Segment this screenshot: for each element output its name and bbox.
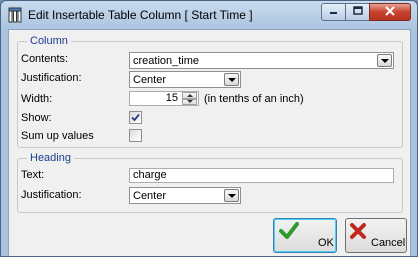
cancel-button[interactable]: Cancel [345, 218, 407, 253]
chevron-down-icon [186, 100, 193, 104]
justification-label: Justification: [21, 72, 82, 84]
ok-label: OK [318, 237, 334, 249]
heading-group: Heading Text: charge Justification: Cent… [17, 152, 403, 213]
heading-justification-value: Center [133, 190, 167, 202]
column-group: Column Contents: creation_time Justifica… [17, 35, 403, 148]
chevron-down-icon[interactable] [224, 189, 239, 202]
ok-button[interactable]: OK [273, 218, 337, 253]
title-bar[interactable]: Edit Insertable Table Column [ Start Tim… [1, 1, 417, 29]
show-label: Show: [21, 112, 52, 124]
show-checkbox[interactable] [129, 111, 142, 124]
heading-text-value: charge [133, 169, 167, 181]
width-unit-label: (in tenths of an inch) [204, 93, 304, 105]
chevron-down-icon[interactable] [224, 73, 239, 86]
column-justification-value: Center [133, 74, 167, 86]
heading-text-label: Text: [21, 169, 45, 181]
dialog-window: Edit Insertable Table Column [ Start Tim… [0, 0, 418, 257]
checkmark-icon [279, 222, 299, 243]
width-label: Width: [21, 93, 53, 105]
heading-group-title: Heading [27, 152, 74, 164]
minimize-icon [329, 6, 338, 18]
cancel-label: Cancel [371, 237, 406, 249]
minimize-button[interactable] [321, 3, 346, 21]
close-icon [385, 5, 395, 19]
chevron-up-icon [186, 93, 193, 97]
spin-down-button[interactable] [182, 98, 197, 105]
column-group-title: Column [27, 35, 71, 47]
contents-combobox[interactable]: creation_time [129, 52, 394, 69]
maximize-icon [352, 6, 363, 18]
column-justification-combobox[interactable]: Center [129, 71, 241, 88]
table-column-icon [8, 7, 22, 23]
heading-justification-combobox[interactable]: Center [129, 187, 241, 204]
contents-value: creation_time [133, 55, 200, 67]
x-mark-icon [349, 222, 367, 243]
contents-label: Contents: [21, 53, 68, 66]
maximize-button[interactable] [345, 3, 370, 21]
sum-up-values-checkbox[interactable] [129, 129, 142, 142]
width-value: 15 [165, 92, 178, 104]
sum-up-values-label: Sum up values [21, 130, 94, 142]
width-spinner[interactable]: 15 [129, 91, 199, 106]
contents-label-text: Contents: [21, 53, 69, 65]
heading-text-input[interactable]: charge [129, 168, 394, 183]
checkmark-icon [131, 113, 140, 122]
heading-justification-label: Justification: [21, 189, 82, 201]
dialog-client-area: Column Contents: creation_time Justifica… [8, 29, 411, 256]
window-title: Edit Insertable Table Column [ Start Tim… [28, 8, 253, 22]
close-button[interactable] [369, 3, 411, 21]
chevron-down-icon[interactable] [377, 54, 392, 67]
